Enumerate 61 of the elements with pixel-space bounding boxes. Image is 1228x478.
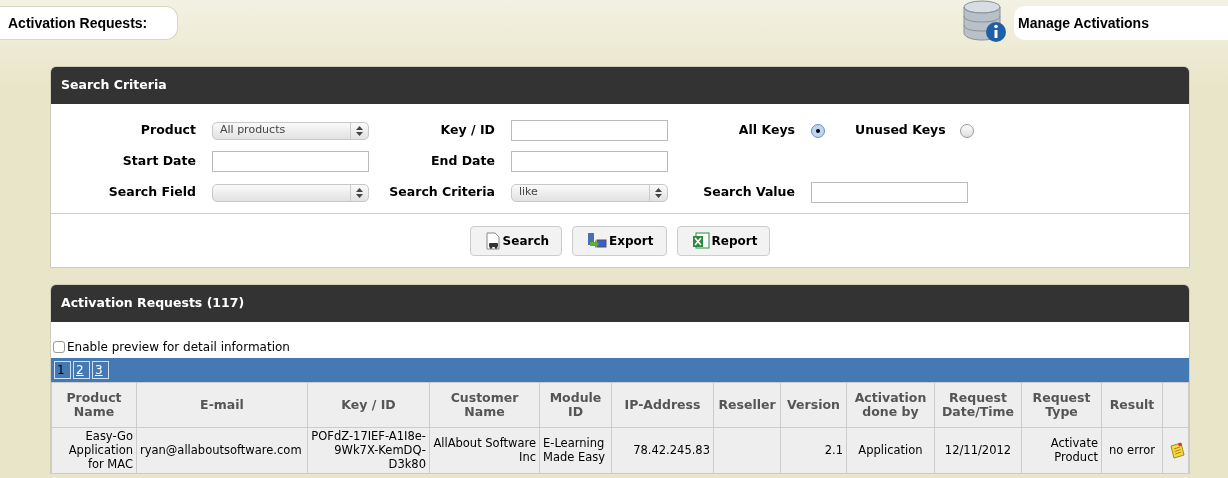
- page-link[interactable]: 3: [92, 361, 109, 379]
- column-header: Request Type: [1021, 382, 1102, 428]
- table-cell: no error: [1109, 442, 1155, 457]
- database-info-icon: [962, 0, 1008, 44]
- computer-export-icon: [587, 232, 608, 250]
- table-cell: Easy-Go Application for MAC: [68, 429, 133, 471]
- radio-button[interactable]: [811, 123, 825, 138]
- export-button[interactable]: Export: [572, 226, 667, 256]
- search-button[interactable]: Search: [469, 226, 563, 256]
- table-cell: 78.42.245.83: [633, 442, 710, 457]
- spreadsheet-icon: [691, 232, 710, 250]
- updown-arrows-icon: [356, 125, 363, 136]
- radio-label: Unused Keys: [855, 121, 946, 140]
- column-header: IP-Address: [611, 382, 714, 428]
- column-header: Activation done by: [846, 382, 935, 428]
- select-field[interactable]: like: [511, 183, 668, 202]
- panel-title: Activation Requests (117): [51, 285, 1189, 322]
- column-header: Product Name: [51, 382, 137, 428]
- table-cell: 2.1: [824, 442, 843, 457]
- select-field[interactable]: All products: [212, 121, 369, 140]
- column-header: Key / ID: [307, 382, 430, 428]
- page-link[interactable]: 2: [73, 361, 90, 379]
- preview-checkbox[interactable]: [53, 341, 65, 353]
- field-label: End Date: [430, 152, 495, 171]
- column-header: Module ID: [539, 382, 612, 428]
- field-label: Start Date: [121, 152, 196, 171]
- field-label: Search Criteria: [388, 183, 495, 202]
- input-field[interactable]: [811, 182, 968, 203]
- column-header: Request Date/Time: [934, 382, 1022, 428]
- column-header: Result: [1101, 382, 1163, 428]
- radio-label: All Keys: [737, 121, 795, 140]
- field-label: Key / ID: [439, 121, 495, 140]
- select-field[interactable]: [212, 183, 369, 202]
- table-cell: Application: [858, 442, 923, 457]
- table-cell: 12/11/2012: [944, 442, 1012, 457]
- table-cell: AllAbout Software Inc: [433, 435, 536, 464]
- table-cell: Activate Product: [1050, 435, 1098, 464]
- select-value: like: [519, 184, 538, 201]
- input-field[interactable]: [212, 151, 369, 172]
- column-header: Version: [780, 382, 847, 428]
- updown-arrows-icon: [356, 187, 363, 198]
- tab-label: Manage Activations: [1018, 13, 1149, 33]
- preview-label: Enable preview for detail information: [67, 339, 290, 356]
- document-car-icon: [484, 232, 501, 250]
- column-header: Reseller: [713, 382, 781, 428]
- column-header: Customer Name: [429, 382, 540, 428]
- updown-arrows-icon: [655, 187, 662, 198]
- radio-button[interactable]: [959, 123, 974, 138]
- note-icon[interactable]: [1169, 442, 1185, 460]
- column-header: E-mail: [136, 382, 308, 428]
- field-label: Search Field: [107, 183, 196, 202]
- page-link[interactable]: 1: [54, 361, 71, 379]
- select-value: All products: [220, 122, 286, 139]
- table-cell: E-Learning Made Easy: [543, 435, 606, 464]
- panel-title: Search Criteria: [51, 67, 1189, 104]
- field-label: Search Value: [702, 183, 795, 202]
- page-tab[interactable]: Activation Requests:: [0, 6, 179, 40]
- field-label: Product: [139, 121, 196, 140]
- input-field[interactable]: [511, 151, 668, 172]
- input-field[interactable]: [511, 120, 668, 141]
- report-button[interactable]: Report: [676, 226, 771, 256]
